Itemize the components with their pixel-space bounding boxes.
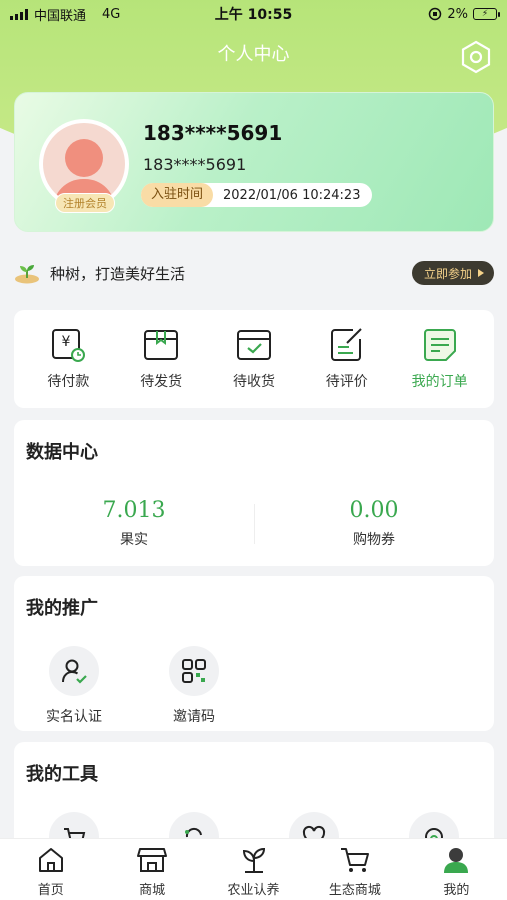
signal-icon <box>10 8 28 20</box>
profile-card[interactable]: 注册会员 183****5691 183****5691 入驻时间 2022/0… <box>14 92 494 232</box>
qr-code-icon <box>182 659 206 683</box>
verified-user-icon <box>62 659 87 684</box>
battery-icon: ⚡ <box>473 8 500 20</box>
user-icon <box>444 848 469 873</box>
order-item-label: 待收货 <box>232 374 275 390</box>
sprout-icon <box>15 265 39 284</box>
clock: 上午 10:55 <box>214 7 293 23</box>
promo-item-label: 实名认证 <box>46 709 102 725</box>
divider <box>254 504 255 544</box>
fruit-value: 7.013 <box>102 498 166 523</box>
order-item-pending-payment[interactable]: ¥ 待付款 <box>22 327 114 391</box>
voucher-stat[interactable]: 0.00 购物券 <box>274 498 474 549</box>
order-item-pending-review[interactable]: 待评价 <box>301 327 393 391</box>
order-item-label: 待评价 <box>325 374 368 390</box>
real-name-verification[interactable]: 实名认证 <box>34 646 114 726</box>
tree-planting-banner[interactable]: 种树，打造美好生活 立即参加 <box>14 258 494 288</box>
join-now-button[interactable]: 立即参加 <box>411 261 494 285</box>
tab-store[interactable]: 商城 <box>101 839 202 900</box>
tab-label: 农业认养 <box>227 883 280 898</box>
status-bar: 中国联通 4G 上午 10:55 2% ⚡ <box>0 0 507 28</box>
user-phone: 183****5691 <box>143 155 247 174</box>
tools-title: 我的工具 <box>26 764 98 785</box>
invite-code[interactable]: 邀请码 <box>154 646 234 726</box>
cart-icon <box>340 848 369 872</box>
pending-review-icon <box>330 328 362 361</box>
promo-item-label: 邀请码 <box>173 709 215 725</box>
pending-payment-icon: ¥ <box>52 329 86 362</box>
join-time-label: 入驻时间 <box>141 183 214 207</box>
bottom-tab-bar: 首页 商城 农业认养 生态商城 我的 <box>0 838 507 900</box>
svg-text:¥: ¥ <box>62 334 71 350</box>
order-item-pending-receipt[interactable]: 待收货 <box>208 327 300 391</box>
tab-mine[interactable]: 我的 <box>406 839 507 900</box>
settings-gear-icon[interactable] <box>459 40 493 74</box>
join-now-label: 立即参加 <box>423 266 472 281</box>
promotion-title: 我的推广 <box>26 598 98 619</box>
carrier: 中国联通 <box>34 8 87 24</box>
member-badge: 注册会员 <box>55 193 115 213</box>
tree-banner-text: 种树，打造美好生活 <box>50 264 186 283</box>
user-name: 183****5691 <box>143 121 283 145</box>
order-item-label: 我的订单 <box>411 374 468 390</box>
fruit-stat[interactable]: 7.013 果实 <box>34 498 234 549</box>
page-title: 个人中心 <box>217 44 290 65</box>
tab-home[interactable]: 首页 <box>0 839 101 900</box>
order-item-label: 待发货 <box>140 374 183 390</box>
orientation-lock-icon <box>429 7 442 21</box>
order-item-label: 待付款 <box>47 374 90 390</box>
data-center-title: 数据中心 <box>26 442 98 463</box>
caret-right-icon <box>478 269 484 277</box>
battery-percent: 2% <box>447 6 468 22</box>
home-icon <box>38 848 63 872</box>
join-time-row: 入驻时间 2022/01/06 10:24:23 <box>141 183 373 207</box>
tab-label: 商城 <box>139 883 166 898</box>
tab-label: 首页 <box>37 883 64 898</box>
promotion-card: 我的推广 实名认证 邀请码 <box>14 576 494 731</box>
tab-agri-adoption[interactable]: 农业认养 <box>203 839 304 900</box>
fruit-label: 果实 <box>120 532 148 548</box>
voucher-label: 购物券 <box>353 532 395 548</box>
network-type: 4G <box>102 6 121 22</box>
my-orders-icon <box>423 329 456 361</box>
tab-label: 生态商城 <box>328 883 381 898</box>
plant-icon <box>242 847 265 873</box>
order-shortcuts: ¥ 待付款 待发货 待收货 待评价 我的订单 <box>14 310 494 408</box>
data-center-card: 数据中心 7.013 果实 0.00 购物券 <box>14 420 494 566</box>
pending-shipment-icon <box>144 330 179 360</box>
tab-label: 我的 <box>443 883 470 898</box>
tab-eco-mall[interactable]: 生态商城 <box>304 839 405 900</box>
store-icon <box>137 848 168 872</box>
join-time-value: 2022/01/06 10:24:23 <box>223 187 361 203</box>
order-item-my-orders[interactable]: 我的订单 <box>394 327 486 391</box>
pending-receipt-icon <box>236 330 271 360</box>
voucher-value: 0.00 <box>349 498 399 523</box>
order-item-pending-shipment[interactable]: 待发货 <box>115 327 207 391</box>
